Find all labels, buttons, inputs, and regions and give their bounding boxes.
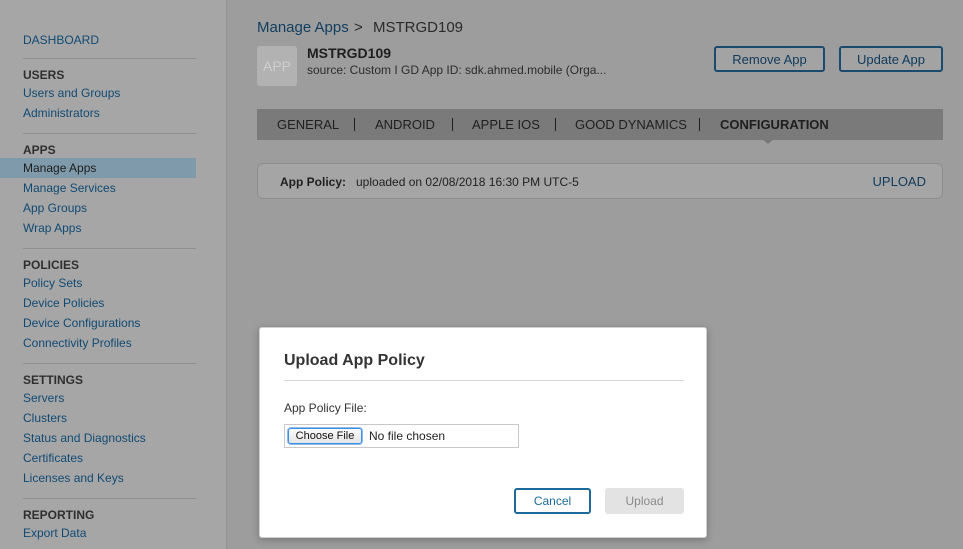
sidebar-item-export-data[interactable]: Export Data [23, 526, 86, 540]
app-policy-upload-link[interactable]: UPLOAD [873, 174, 926, 189]
breadcrumb-manage-apps[interactable]: Manage Apps [257, 19, 349, 36]
sidebar-item-app-groups[interactable]: App Groups [23, 201, 87, 215]
sidebar-divider [23, 248, 196, 249]
tab-separator [354, 118, 355, 131]
app-policy-file-label: App Policy File: [284, 401, 367, 415]
upload-app-policy-dialog: Upload App Policy App Policy File: Choos… [259, 327, 707, 538]
remove-app-label: Remove App [732, 51, 807, 67]
app-policy-file-input[interactable]: Choose File No file chosen [284, 424, 519, 448]
tab-android[interactable]: ANDROID [375, 117, 435, 132]
sidebar-heading-reporting: REPORTING [23, 508, 95, 522]
sidebar-item-device-policies[interactable]: Device Policies [23, 296, 104, 310]
file-status-text: No file chosen [369, 429, 446, 443]
cancel-button[interactable]: Cancel [514, 488, 591, 514]
sidebar-divider [23, 133, 196, 134]
app-source: source: Custom I GD App ID: sdk.ahmed.mo… [307, 63, 607, 77]
app-icon-text: APP [262, 58, 291, 74]
update-app-label: Update App [857, 51, 925, 67]
active-tab-caret-icon [761, 138, 775, 144]
sidebar-item-clusters[interactable]: Clusters [23, 411, 67, 425]
tab-separator [452, 118, 453, 131]
upload-label: Upload [625, 494, 664, 508]
sidebar-heading-settings: SETTINGS [23, 373, 84, 387]
sidebar-item-certificates[interactable]: Certificates [23, 451, 83, 465]
choose-file-label: Choose File [295, 430, 355, 442]
choose-file-button[interactable]: Choose File [288, 428, 362, 444]
sidebar-item-dashboard[interactable]: DASHBOARD [23, 33, 99, 47]
dialog-divider [284, 380, 684, 381]
sidebar-item-wrap-apps[interactable]: Wrap Apps [23, 221, 81, 235]
sidebar-heading-apps: APPS [23, 143, 56, 157]
sidebar-item-users-and-groups[interactable]: Users and Groups [23, 86, 120, 100]
app-policy-value: uploaded on 02/08/2018 16:30 PM UTC-5 [356, 175, 579, 189]
sidebar-item-servers[interactable]: Servers [23, 391, 64, 405]
tab-configuration[interactable]: CONFIGURATION [720, 117, 829, 132]
tab-separator [555, 118, 556, 131]
sidebar-item-manage-apps[interactable]: Manage Apps [23, 161, 96, 175]
app-name: MSTRGD109 [307, 45, 392, 61]
breadcrumb-separator: > [354, 19, 363, 36]
sidebar-divider [23, 363, 196, 364]
sidebar-item-policy-sets[interactable]: Policy Sets [23, 276, 82, 290]
breadcrumb-current: MSTRGD109 [373, 19, 464, 36]
sidebar-item-licenses-and-keys[interactable]: Licenses and Keys [23, 471, 124, 485]
cancel-label: Cancel [533, 494, 572, 508]
sidebar-item-status-and-diagnostics[interactable]: Status and Diagnostics [23, 431, 146, 445]
sidebar-heading-users: USERS [23, 68, 65, 82]
dialog-title: Upload App Policy [284, 352, 425, 369]
tab-apple-ios[interactable]: APPLE IOS [472, 117, 540, 132]
sidebar: DASHBOARD USERS Users and Groups Adminis… [0, 0, 227, 549]
tab-separator [699, 118, 700, 131]
app-policy-label: App Policy: [280, 175, 347, 189]
sidebar-divider [23, 58, 196, 59]
remove-app-button[interactable]: Remove App [714, 46, 825, 72]
tab-general[interactable]: GENERAL [277, 117, 339, 132]
sidebar-heading-policies: POLICIES [23, 258, 80, 272]
sidebar-item-manage-services[interactable]: Manage Services [23, 181, 116, 195]
sidebar-item-administrators[interactable]: Administrators [23, 106, 100, 120]
app-policy-card: App Policy: uploaded on 02/08/2018 16:30… [257, 163, 943, 199]
update-app-button[interactable]: Update App [839, 46, 943, 72]
tab-bar: GENERAL ANDROID APPLE IOS GOOD DYNAMICS … [257, 109, 943, 140]
tab-good-dynamics[interactable]: GOOD DYNAMICS [575, 117, 687, 132]
app-icon: APP [257, 46, 297, 86]
sidebar-divider [23, 498, 196, 499]
sidebar-item-connectivity-profiles[interactable]: Connectivity Profiles [23, 336, 132, 350]
sidebar-item-device-configurations[interactable]: Device Configurations [23, 316, 140, 330]
upload-button[interactable]: Upload [605, 488, 684, 514]
